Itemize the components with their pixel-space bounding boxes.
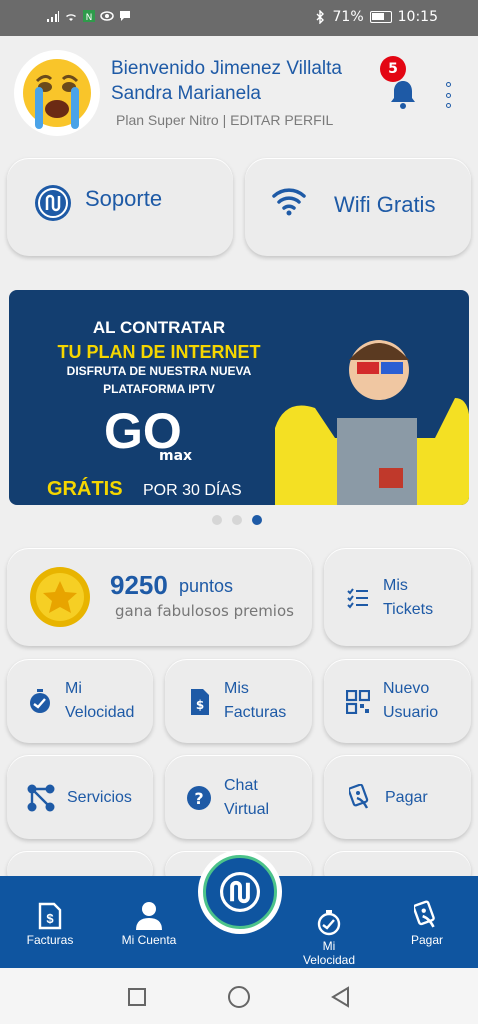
points-caption: gana fabulosos premios	[115, 602, 294, 620]
nav-velocity-label: Mi Velocidad	[302, 939, 356, 967]
svg-text:$: $	[196, 698, 204, 712]
avatar[interactable]	[14, 50, 100, 136]
network-nodes-icon	[27, 784, 55, 812]
banner-free-rest: POR 30 DÍAS	[143, 482, 242, 499]
brand-logo-icon	[220, 872, 260, 912]
checklist-icon	[347, 588, 368, 609]
bluetooth-icon	[316, 10, 324, 24]
plan-edit-profile-link[interactable]: Plan Super Nitro | EDITAR PERFIL	[116, 112, 333, 128]
invoices-label: Mis Facturas	[224, 680, 287, 721]
crying-face-icon	[23, 59, 91, 129]
pay-card-icon	[412, 900, 435, 928]
battery-icon	[369, 11, 392, 23]
home-icon[interactable]	[228, 986, 250, 1008]
svg-text:$: $	[46, 911, 54, 926]
brand-max: max	[159, 448, 193, 464]
invoice-icon: $	[191, 689, 209, 715]
nav-pay[interactable]: Pagar	[402, 900, 452, 947]
pay-card-icon	[349, 784, 369, 809]
app-notification-icon: N	[83, 10, 95, 23]
signal-icon	[47, 11, 59, 22]
status-bar: N 71% 10:15	[0, 0, 478, 36]
help-circle-icon: ?	[187, 786, 211, 810]
speedometer-icon	[30, 689, 50, 713]
points-unit: puntos	[179, 576, 234, 596]
new-user-tile[interactable]: Nuevo Usuario	[324, 659, 471, 743]
pay-tile[interactable]: Pagar	[324, 755, 471, 839]
battery-percent: 71%	[332, 9, 364, 25]
new-user-label: Nuevo Usuario	[383, 680, 439, 721]
notification-badge: 5	[380, 56, 406, 82]
welcome-text: Bienvenido Jimenez Villalta Sandra Maria…	[111, 58, 342, 104]
status-icons-right: 71% 10:15	[313, 9, 438, 25]
wifi-free-label: Wifi Gratis	[334, 192, 436, 217]
brand-logo-icon	[35, 185, 71, 221]
more-menu-icon[interactable]	[444, 82, 452, 108]
services-tile[interactable]: Servicios	[7, 755, 153, 839]
velocity-label: Mi Velocidad	[65, 680, 135, 721]
invoices-tile[interactable]: $ Mis Facturas	[165, 659, 312, 743]
home-logo-button[interactable]	[198, 850, 282, 934]
pay-label: Pagar	[385, 789, 428, 806]
coin-star-icon	[30, 567, 90, 627]
nav-account[interactable]: Mi Cuenta	[116, 900, 182, 947]
banner-line2: TU PLAN DE INTERNET	[57, 342, 261, 362]
chat-bubble-icon	[120, 11, 130, 21]
svg-text:N: N	[86, 13, 93, 23]
qr-code-icon	[346, 690, 370, 714]
carousel-dots[interactable]	[212, 515, 262, 525]
wifi-free-button[interactable]: Wifi Gratis	[245, 158, 471, 256]
banner-line1: AL CONTRATAR	[92, 318, 226, 337]
support-button[interactable]: Soporte	[7, 158, 233, 256]
services-label: Servicios	[67, 789, 132, 806]
support-label: Soporte	[85, 186, 163, 211]
velocity-tile[interactable]: Mi Velocidad	[7, 659, 153, 743]
eye-icon	[100, 11, 114, 21]
svg-text:?: ?	[194, 789, 203, 808]
speedometer-icon	[317, 910, 341, 936]
tickets-label: Mis Tickets	[383, 577, 434, 618]
nav-pay-label: Pagar	[410, 933, 444, 947]
recents-icon[interactable]	[128, 988, 146, 1006]
banner-free: GRÁTIS	[47, 478, 123, 500]
promo-banner[interactable]: AL CONTRATAR TU PLAN DE INTERNET DISFRUT…	[9, 290, 469, 505]
banner-line4: PLATAFORMA IPTV	[103, 382, 215, 396]
points-card[interactable]: 9250 puntos gana fabulosos premios	[7, 548, 312, 646]
points-value: 9250	[110, 570, 168, 600]
tickets-tile[interactable]: Mis Tickets	[324, 548, 471, 646]
wifi-icon	[272, 188, 306, 216]
clock: 10:15	[397, 9, 438, 25]
nav-account-label: Mi Cuenta	[121, 933, 177, 947]
profile-header: Bienvenido Jimenez Villalta Sandra Maria…	[0, 36, 478, 146]
nav-invoices[interactable]: $ Facturas	[22, 902, 78, 947]
chat-tile[interactable]: ? Chat Virtual	[165, 755, 312, 839]
chat-label: Chat Virtual	[224, 777, 270, 818]
bell-icon[interactable]	[388, 78, 418, 110]
kid-on-sofa-image	[275, 340, 469, 505]
wifi-icon	[66, 14, 76, 21]
system-navigation	[0, 968, 478, 1024]
status-icons-left: N	[46, 9, 132, 23]
back-icon[interactable]	[330, 986, 350, 1008]
banner-line3: DISFRUTA DE NUESTRA NUEVA	[66, 364, 252, 378]
nav-invoices-label: Facturas	[26, 933, 74, 947]
invoice-icon: $	[38, 902, 62, 930]
user-icon	[136, 902, 162, 930]
